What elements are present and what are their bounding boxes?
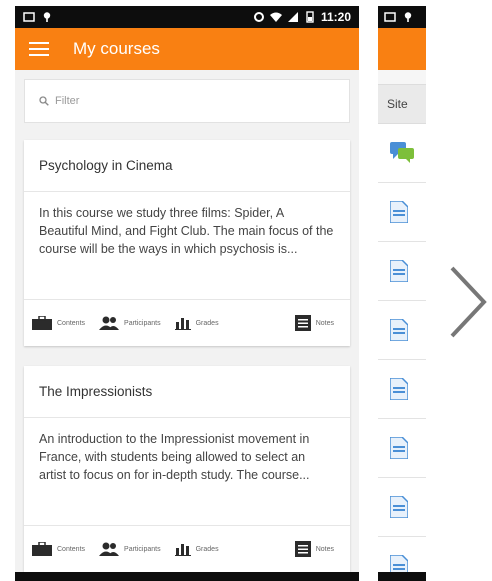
bar-chart-icon [174,544,191,556]
bar-chart-icon [174,318,191,330]
file-icon [390,378,408,400]
file-icon [390,496,408,518]
system-nav-bar [378,572,426,581]
grades-label: Grades [195,545,219,553]
course-title[interactable]: The Impressionists [24,366,350,418]
file-icon [390,437,408,459]
file-icon [390,319,408,341]
grades-button[interactable]: Grades [174,316,219,330]
signal-icon [287,12,298,22]
search-icon [39,96,49,106]
participants-label: Participants [124,545,161,553]
list-item[interactable] [378,183,426,242]
status-time: 11:20 [320,10,351,24]
briefcase-icon [32,316,52,330]
notes-button[interactable]: Notes [294,315,334,331]
notes-button[interactable]: Notes [294,541,334,557]
contents-button[interactable]: Contents [32,542,85,556]
app-bar [378,28,426,70]
file-icon [390,201,408,223]
list-item[interactable] [378,419,426,478]
section-header: Site [378,84,426,124]
list-item[interactable] [378,242,426,301]
contents-button[interactable]: Contents [32,316,85,330]
people-icon [99,316,120,330]
list-item[interactable] [378,360,426,419]
phone-screen-course-contents: Site [378,6,426,581]
phone-screen-courses: 11:20 My courses Filter Psychology in Ci… [15,6,359,581]
filter-placeholder: Filter [55,95,80,107]
hamburger-menu-icon[interactable] [29,42,49,56]
filter-input[interactable]: Filter [24,79,350,123]
notes-label: Notes [315,545,334,553]
wifi-icon [269,12,282,22]
people-icon [99,542,120,556]
app-bar: My courses [15,28,359,70]
list-item[interactable] [378,124,426,183]
sync-icon [253,12,264,22]
battery-icon [306,11,314,23]
course-title[interactable]: Psychology in Cinema [24,140,350,192]
course-actions: Contents Participants Grades Notes [24,300,350,346]
location-notification-icon [43,12,51,22]
image-notification-icon [384,12,396,22]
contents-label: Contents [57,319,86,327]
briefcase-icon [32,542,52,556]
forum-icon [390,142,414,163]
notes-label: Notes [315,319,334,327]
list-item[interactable] [378,478,426,537]
image-notification-icon [23,12,35,22]
grades-button[interactable]: Grades [174,542,219,556]
notes-icon [294,315,311,331]
participants-button[interactable]: Participants [99,542,161,556]
grades-label: Grades [195,319,219,327]
list-item[interactable] [378,301,426,360]
course-summary: An introduction to the Impressionist mov… [24,418,350,526]
participants-button[interactable]: Participants [99,316,161,330]
screenshot-stage: 11:20 My courses Filter Psychology in Ci… [0,0,492,581]
file-icon [390,260,408,282]
system-nav-bar [15,572,359,581]
course-actions: Contents Participants Grades Notes [24,526,350,572]
status-bar [378,6,426,28]
notes-icon [294,541,311,557]
participants-label: Participants [124,319,161,327]
course-card: Psychology in Cinema In this course we s… [24,140,350,346]
course-summary: In this course we study three films: Spi… [24,192,350,300]
course-card: The Impressionists An introduction to th… [24,366,350,572]
chevron-right-icon[interactable] [446,262,490,342]
status-bar: 11:20 [15,6,359,28]
page-title: My courses [73,39,160,58]
contents-label: Contents [57,545,86,553]
location-notification-icon [404,12,412,22]
